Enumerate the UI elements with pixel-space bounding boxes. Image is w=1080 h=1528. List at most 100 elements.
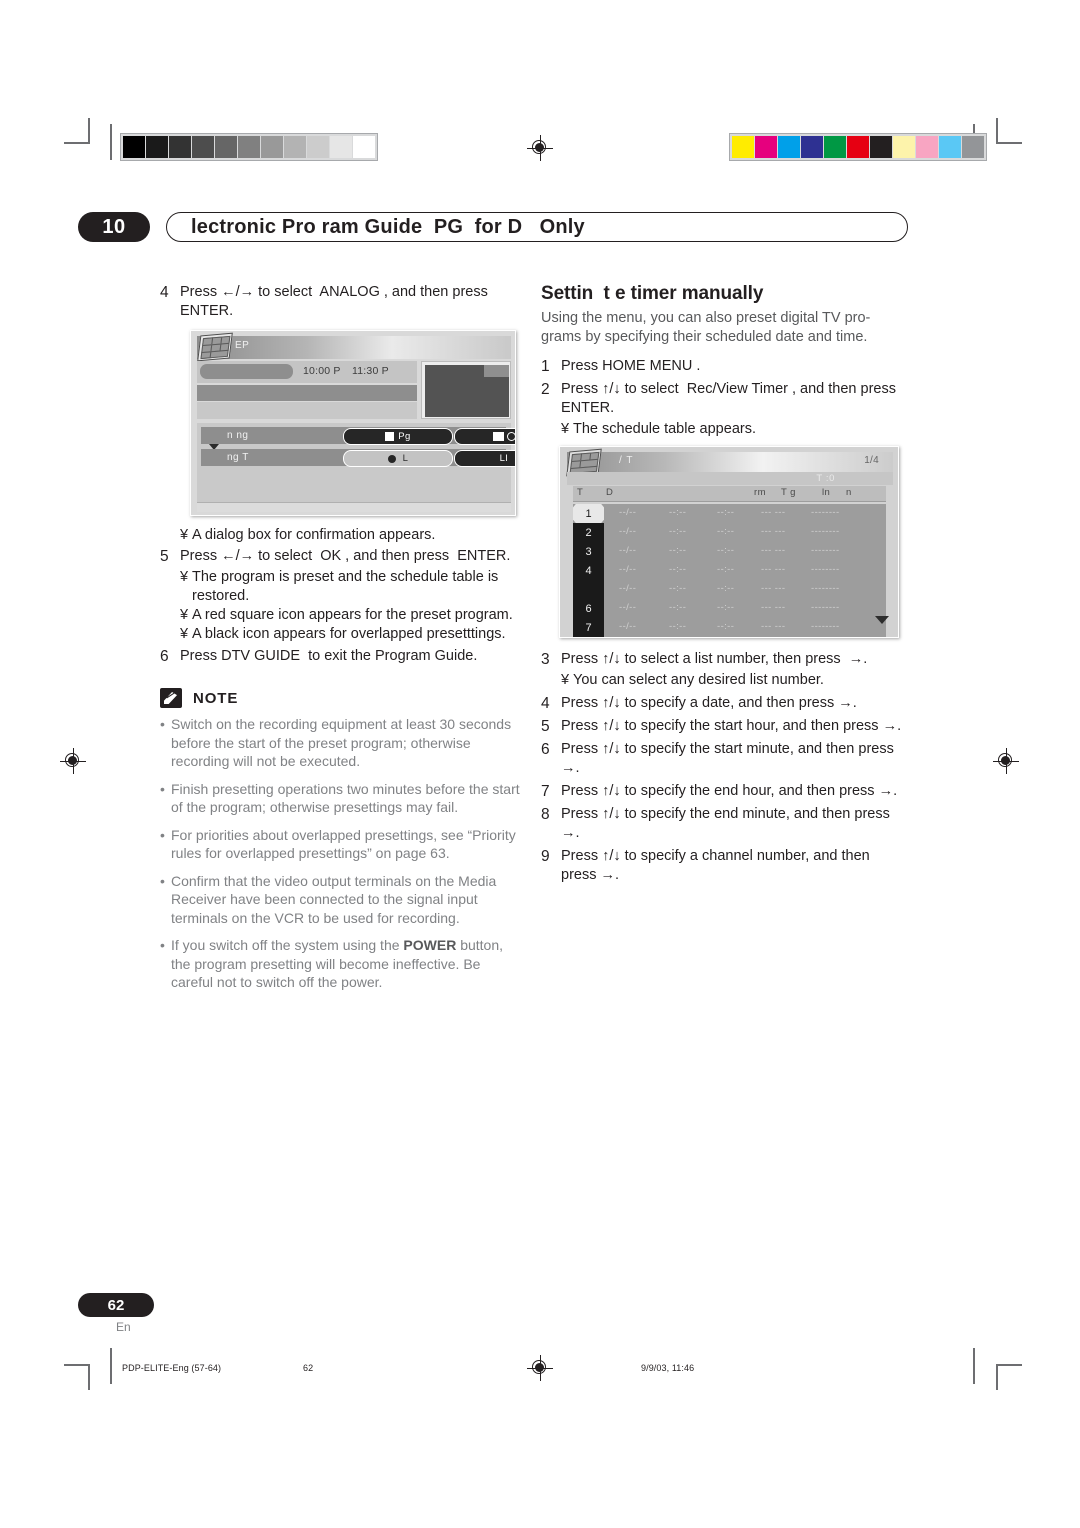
note-item: • Switch on the recording equipment at l…: [160, 715, 520, 771]
right-step-9: 9 Press ↑/↓ to specify a channel number,…: [541, 847, 908, 885]
left-step-6: 6 Press DTV GUIDE to exit the Program Gu…: [160, 647, 520, 666]
schedule-row-number: 3: [573, 542, 604, 561]
page-title: lectronic Pro ram Guide PG for D Only: [191, 215, 585, 238]
right-step-2: 2 Press ↑/↓ to select Rec/View Timer , a…: [541, 380, 908, 418]
step-number: 6: [541, 741, 550, 758]
grayscale-calibration-bar: [120, 133, 378, 161]
schedule-cell-start: --:--: [669, 526, 687, 537]
left-column: 4 Press ←/→ to select ANALOG , and then …: [160, 283, 520, 1001]
schedule-cell-title: --------: [811, 507, 840, 518]
schedule-cell-start: --:--: [669, 583, 687, 594]
schedule-table-screenshot: / T 1/4 T :0 T D rm T g ln n 1 --/-- --:--…: [559, 446, 899, 638]
page-number-badge: 62: [78, 1293, 154, 1317]
chapter-header: 10 lectronic Pro ram Guide PG for D Only: [78, 212, 908, 246]
schedule-row[interactable]: 1 --/-- --:-- --:-- --- --- --------: [573, 504, 886, 523]
step-number: 6: [160, 648, 169, 665]
schedule-row[interactable]: 3 --/-- --:-- --:-- --- --- --------: [573, 542, 886, 561]
print-timestamp: 9/9/03, 11:46: [641, 1363, 695, 1373]
schedule-cell-ch: --- ---: [761, 621, 786, 632]
sub-text: A red square icon appears for the preset…: [192, 607, 513, 623]
chevron-down-icon[interactable]: [875, 616, 889, 624]
schedule-cell-end: --:--: [717, 507, 735, 518]
schedule-cell-title: --------: [811, 526, 840, 537]
schedule-col-0: T: [577, 487, 584, 498]
right-step-3: 3 Press ↑/↓ to select a list number, the…: [541, 650, 908, 669]
step-number: 5: [541, 718, 550, 735]
color-swatch-7: [893, 136, 915, 158]
epg-time-end: 11:30 P: [352, 365, 389, 377]
schedule-cell-date: --/--: [619, 602, 637, 613]
schedule-cell-start: --:--: [669, 564, 687, 575]
epg-option-row-2[interactable]: ng T L LI: [201, 449, 515, 467]
step-number: 5: [160, 548, 169, 565]
sub-text: The schedule table appears.: [573, 421, 756, 437]
schedule-cell-end: --:--: [717, 583, 735, 594]
color-swatch-5: [847, 136, 869, 158]
left-step-5-sub-2: ¥ A red square icon appears for the pres…: [160, 606, 520, 625]
step-number: 1: [541, 358, 550, 375]
schedule-cell-end: --:--: [717, 545, 735, 556]
schedule-row[interactable]: --/-- --:-- --:-- --- --- --------: [573, 580, 886, 599]
schedule-row[interactable]: 7 --/-- --:-- --:-- --- --- --------: [573, 618, 886, 637]
schedule-cell-date: --/--: [619, 583, 637, 594]
step-text: Press ↑/↓ to specify the end minute, and…: [561, 806, 894, 841]
schedule-row-number: 6: [573, 599, 604, 618]
note-item: • For priorities about overlapped preset…: [160, 826, 520, 863]
step-text: Press ↑/↓ to specify the start minute, a…: [561, 741, 898, 776]
step-text: Press ←/→ to select ANALOG , and then pr…: [180, 284, 492, 319]
epg-time-row: 10:00 P 11:30 P: [197, 361, 417, 383]
schedule-cell-end: --:--: [717, 621, 735, 632]
epg-option-row-2-label: ng T: [227, 452, 249, 463]
step-text: Press ↑/↓ to select a list number, then …: [561, 651, 868, 667]
schedule-cell-end: --:--: [717, 526, 735, 537]
schedule-row-number: 2: [573, 523, 604, 542]
schedule-row-number: 1: [573, 504, 604, 523]
sub-text: A dialog box for confirmation appears.: [192, 527, 436, 543]
epg-option-row-1-pill-2[interactable]: [454, 428, 515, 445]
schedule-cell-ch: --- ---: [761, 583, 786, 594]
epg-program-band-light: [197, 402, 417, 419]
color-swatch-6: [870, 136, 892, 158]
epg-footer-strip: [197, 502, 511, 512]
crop-mark-bottom-right-v: [996, 1364, 998, 1390]
schedule-cell-date: --/--: [619, 507, 637, 518]
print-page-number: 62: [303, 1363, 314, 1373]
schedule-cell-ch: --- ---: [761, 526, 786, 537]
step-number: 4: [160, 284, 169, 301]
color-swatch-4: [824, 136, 846, 158]
schedule-cell-ch: --- ---: [761, 507, 786, 518]
schedule-column-header: T D rm T g ln n: [573, 486, 886, 502]
crop-mark-top-left-inner: [110, 124, 112, 160]
schedule-cell-ch: --- ---: [761, 564, 786, 575]
epg-option-row-1[interactable]: n ng Pg: [201, 427, 515, 445]
note-text: Confirm that the video output terminals …: [171, 872, 501, 926]
epg-screenshot: EP 10:00 P 11:30 P n ng Pg ng T L LI: [190, 330, 516, 516]
schedule-row[interactable]: 2 --/-- --:-- --:-- --- --- --------: [573, 523, 886, 542]
bullet-glyph: ¥: [561, 421, 570, 437]
schedule-row[interactable]: 6 --/-- --:-- --:-- --- --- --------: [573, 599, 886, 618]
schedule-row[interactable]: 4 --/-- --:-- --:-- --- --- --------: [573, 561, 886, 580]
left-step-5-sub-3: ¥ A black icon appears for overlapped pr…: [160, 625, 520, 644]
sub-text: A black icon appears for overlapped pres…: [192, 626, 506, 642]
print-filename: PDP-ELITE-Eng (57-64): [122, 1363, 222, 1373]
color-swatch-8: [916, 136, 938, 158]
epg-pill-label: LI: [499, 453, 509, 464]
grayscale-swatch-10: [353, 136, 375, 158]
epg-channel-bar: [200, 364, 293, 379]
note-bullet-glyph: •: [160, 716, 165, 732]
sub-text: You can select any desired list number.: [573, 672, 824, 688]
step-text: Press ↑/↓ to specify a channel number, a…: [561, 848, 874, 883]
epg-option-row-2-pill-1[interactable]: L: [343, 450, 453, 467]
epg-option-row-1-pill-1[interactable]: Pg: [343, 428, 453, 445]
epg-option-row-2-pill-2[interactable]: LI: [454, 450, 515, 467]
schedule-total-label: T :0: [816, 473, 835, 484]
grayscale-swatch-1: [146, 136, 168, 158]
schedule-cell-start: --:--: [669, 507, 687, 518]
schedule-cell-start: --:--: [669, 545, 687, 556]
right-step-3-sub: ¥ You can select any desired list number…: [541, 671, 908, 690]
schedule-cell-date: --/--: [619, 621, 637, 632]
grayscale-swatch-0: [123, 136, 145, 158]
right-step-7: 7 Press ↑/↓ to specify the end hour, and…: [541, 782, 908, 801]
registration-mark-top-center: [527, 135, 553, 161]
epg-video-preview: [421, 361, 511, 419]
